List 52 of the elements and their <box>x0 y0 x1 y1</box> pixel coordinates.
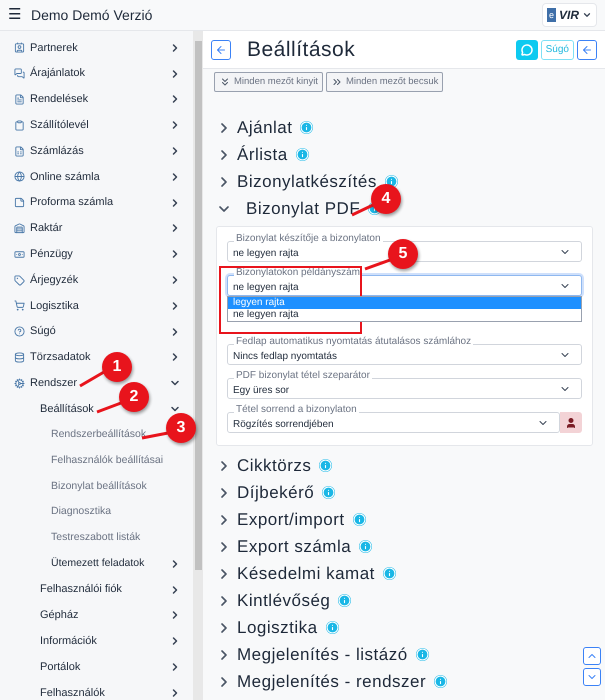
section-title[interactable]: Logisztika <box>237 614 318 640</box>
section-title[interactable]: Export számla <box>237 534 352 560</box>
menu-item[interactable]: Felhasználói fiók <box>40 581 122 598</box>
menu-item[interactable]: Diagnosztika <box>51 504 112 520</box>
select-field[interactable]: Rögzítés sorrendjében <box>227 412 560 433</box>
app-title: Demo Demó Verzió <box>31 6 154 24</box>
page-title: Beállítások <box>247 36 356 63</box>
field-label: Tétel sorrend a bizonylaton <box>234 405 359 415</box>
menu-item[interactable]: Súgó <box>30 323 56 340</box>
select-field[interactable]: Nincs fedlap nyomtatás <box>227 344 582 365</box>
menu-item[interactable]: Logisztika <box>30 298 79 314</box>
section-title[interactable]: Megjelenítés - listázó <box>237 642 408 668</box>
section-title[interactable]: Kintlévőség <box>237 588 330 614</box>
menu-item[interactable]: Információk <box>40 632 97 650</box>
menu-item[interactable]: Online számla <box>30 168 100 186</box>
menu-item[interactable]: Testreszabott listák <box>51 530 140 546</box>
menu-icon[interactable]: ☰ <box>8 4 21 26</box>
section-title[interactable]: Késedelmi kamat <box>237 560 375 586</box>
menu-item[interactable]: Rendszerbeállítások <box>51 426 146 443</box>
menu-item[interactable]: Árajánlatok <box>30 65 86 82</box>
section-title[interactable]: Export/import <box>237 506 345 532</box>
section-title[interactable]: Bizonylat PDF <box>246 196 360 222</box>
menu-item[interactable]: Beállítások <box>40 400 94 418</box>
menu-item[interactable]: Felhasználók <box>40 684 105 700</box>
menu-item[interactable]: Proforma számla <box>30 194 114 211</box>
section-title[interactable]: Ajánlat <box>237 114 292 140</box>
toolbar-button[interactable]: Minden mezőt becsuk <box>326 72 444 92</box>
logo-button[interactable]: e VIR <box>542 3 597 27</box>
menu-item[interactable]: Bizonylat beállítások <box>51 478 147 494</box>
menu-item[interactable]: Pénzügy <box>30 246 73 263</box>
menu-item[interactable]: Felhasználók beállításai <box>51 452 164 469</box>
field-label: Bizonylat készítője a bizonylaton <box>234 234 383 244</box>
menu-item[interactable]: Portálok <box>40 658 80 676</box>
menu-item[interactable]: Törzsadatok <box>30 349 91 366</box>
menu-item[interactable]: Számlázás <box>30 142 84 160</box>
menu-item[interactable]: Ütemezett feladatok <box>51 556 144 572</box>
field-label: Bizonylatokon példányszám <box>234 268 362 278</box>
menu-item[interactable]: Rendszer <box>30 375 78 392</box>
section-title[interactable]: Díjbekérő <box>237 480 314 506</box>
menu-item[interactable]: Gépház <box>40 607 79 624</box>
menu-item[interactable]: Raktár <box>30 220 62 237</box>
menu-item[interactable]: Rendelések <box>30 91 88 108</box>
menu-item[interactable]: Partnerek <box>30 40 78 56</box>
field-label: Fedlap automatikus nyomtatás átutalásos számlához <box>234 337 474 347</box>
section-title[interactable]: Cikktörzs <box>237 452 312 478</box>
menu-item[interactable]: Árjegyzék <box>30 272 78 288</box>
toolbar-button[interactable]: Minden mezőt kinyit <box>214 72 323 92</box>
menu-item[interactable]: Szállítólevél <box>30 117 89 134</box>
section-title[interactable]: Árlista <box>237 142 288 168</box>
section-title[interactable]: Megjelenítés - rendszer <box>237 668 426 694</box>
select-field[interactable]: Egy üres sor <box>227 378 582 399</box>
field-label: PDF bizonylat tétel szeparátor <box>234 371 372 381</box>
